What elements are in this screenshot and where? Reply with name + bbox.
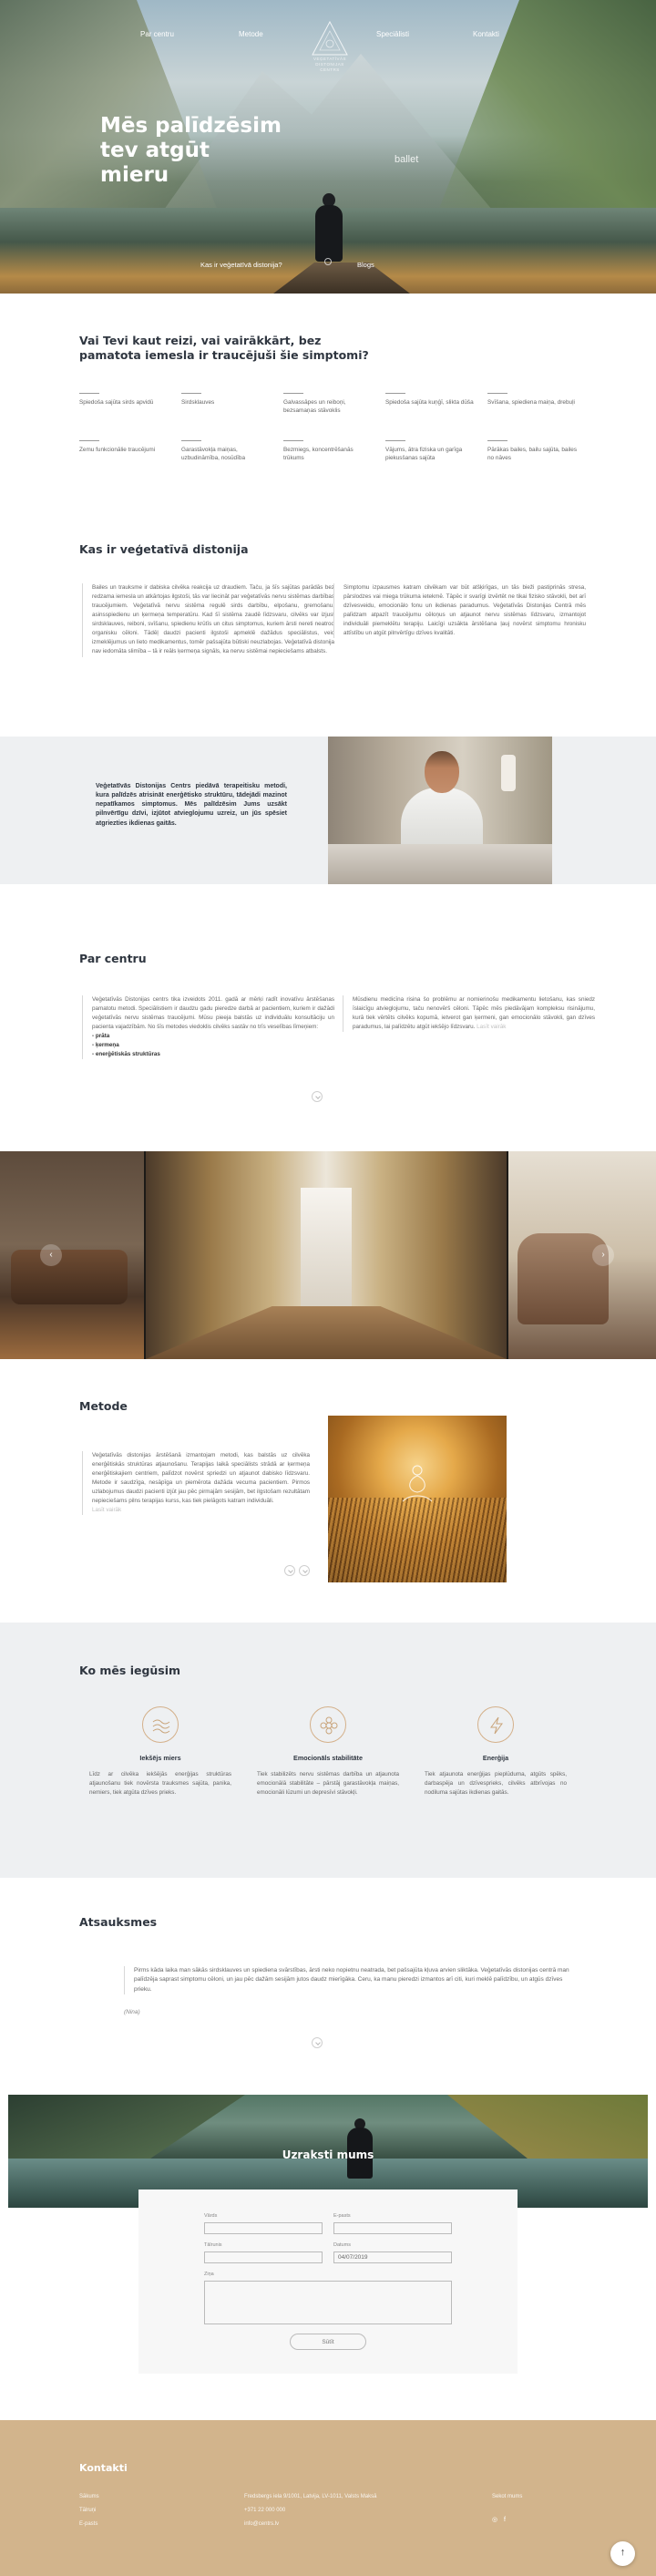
benefit-title: Emocionāls stabilitāte — [293, 1754, 363, 1762]
hero-separator-icon — [324, 258, 332, 265]
method-prev-icon[interactable] — [284, 1565, 295, 1576]
symptom-item: Garastāvokļa maiņas, uzbudināmība, nosūd… — [181, 440, 272, 463]
footer-social-label: Sekot mums — [492, 2494, 523, 2499]
about-text-right: Mūsdienu medicīna risina šo problēmu ar … — [343, 995, 595, 1033]
name-label: Vārds — [204, 2213, 218, 2219]
symptom-item: Bezmiegs, koncentrēšanās trūkums — [283, 440, 374, 463]
site-logo[interactable]: VEĢETATĪVĀS DISTONIJAS CENTRS — [293, 20, 366, 82]
method-next-icon[interactable] — [299, 1565, 310, 1576]
nav-specialists[interactable]: Speciālisti — [376, 29, 409, 40]
benefit-energy: Enerģija Tiek atjaunota enerģijas pieplū… — [425, 1706, 567, 1798]
benefit-text: Līdz ar cilvēka iekšējās enerģijas struk… — [89, 1771, 231, 1796]
distonia-text-right: Simptomu izpausmes katram cilvēkam var b… — [333, 583, 586, 639]
method-paragraph: Veģetatīvās distonijas ārstēšanā izmanto… — [92, 1452, 310, 1505]
footer-title: Kontakti — [79, 2462, 128, 2474]
about-expand-icon[interactable] — [312, 1091, 323, 1102]
distonia-title: Kas ir veģetatīvā distonija — [79, 542, 249, 556]
benefit-emotional-stability: Emocionāls stabilitāte Tiek stabilizēts … — [257, 1706, 399, 1798]
reviews-title: Atsauksmes — [79, 1915, 158, 1929]
phone-field[interactable] — [204, 2251, 323, 2263]
message-field[interactable] — [204, 2281, 452, 2324]
chevron-left-icon: ‹ — [49, 1250, 53, 1260]
card-text: Veģetatīvās Distonijas Centrs piedāvā te… — [96, 783, 287, 827]
method-text: Veģetatīvās distonijas ārstēšanā izmanto… — [82, 1451, 310, 1516]
date-field[interactable] — [333, 2251, 452, 2263]
about-text-left: Veģetatīvās Distonijas centrs tika izvei… — [82, 995, 334, 1060]
instagram-icon[interactable]: ◎ — [492, 2516, 497, 2525]
review-quote: Pirms kāda laika man sākās sirdsklauves … — [124, 1966, 574, 1995]
nav-about[interactable]: Par centru — [140, 29, 174, 40]
benefit-title: Enerģija — [482, 1754, 509, 1762]
method-wheat-photo — [328, 1416, 507, 1582]
symptom-item: Svīšana, spiediena maiņa, drebuļi — [487, 393, 579, 407]
about-read-more[interactable]: Lasīt vairāk — [477, 1024, 506, 1030]
benefit-text: Tiek atjaunota enerģijas pieplūduma, atg… — [425, 1771, 567, 1796]
footer-link-email[interactable]: E-pasts — [79, 2520, 97, 2529]
logo-text-3: CENTRS — [320, 67, 340, 72]
form-banner-title: Uzraksti mums — [282, 2148, 374, 2161]
nav-method[interactable]: Metode — [239, 29, 263, 40]
gallery-next-button[interactable]: › — [592, 1244, 614, 1266]
about-title: Par centru — [79, 952, 147, 965]
about-list-intro: No šīs metodes viedoklis cilvēks sastāv … — [148, 1024, 319, 1031]
email-field[interactable] — [333, 2222, 452, 2234]
hero-side-text: ballet — [395, 154, 419, 165]
footer-link-home[interactable]: Sākums — [79, 2493, 99, 2501]
method-read-more[interactable]: Lasīt vairāk — [92, 1506, 310, 1515]
symptom-item: Zemu funkcionālie traucējumi — [79, 440, 170, 455]
hero-link-blog[interactable]: Blogs — [357, 261, 374, 271]
date-label: Datums — [333, 2242, 351, 2248]
logo-triangle-icon — [312, 20, 348, 56]
footer: Kontakti Sākums Tālruņi E-pasts Fredsber… — [0, 2420, 656, 2576]
symptom-item: Pārākas bailes, bailu sajūta, bailes no … — [487, 440, 579, 463]
doctor-photo — [328, 737, 552, 884]
benefits-title: Ko mēs iegūsim — [79, 1664, 181, 1677]
symptoms-title: Vai Tevi kaut reizi, vai vairākkārt, bez… — [79, 334, 369, 363]
symptom-item: Spiedoša sajūta kuņģī, slikta dūša — [385, 393, 477, 407]
gallery-image-armchair — [508, 1151, 656, 1359]
method-title: Metode — [79, 1399, 128, 1413]
footer-email[interactable]: info@centrs.lv — [244, 2520, 279, 2529]
waves-icon — [142, 1706, 179, 1743]
meditation-figure-icon — [402, 1465, 433, 1502]
about-list-item: - ķermeņa — [92, 1042, 119, 1049]
message-label: Ziņa — [204, 2272, 214, 2277]
gallery-image-hallway — [146, 1151, 507, 1359]
symptom-item: Sirdsklauves — [181, 393, 272, 407]
flower-icon — [310, 1706, 346, 1743]
about-list-item: - prāta — [92, 1033, 110, 1040]
chevron-right-icon: › — [601, 1250, 605, 1260]
gallery — [0, 1151, 656, 1359]
submit-button[interactable]: Sūtīt — [290, 2334, 366, 2350]
symptom-item: Galvassāpes un reiboņi, bezsamaņas stāvo… — [283, 393, 374, 416]
about-list-item: - enerģētiskās struktūras — [92, 1051, 160, 1058]
footer-phone[interactable]: +371 22 000 000 — [244, 2507, 285, 2515]
facebook-icon[interactable]: f — [504, 2516, 506, 2525]
symptom-item: Vājums, ātra fiziska un garīga piekusšan… — [385, 440, 477, 463]
hero-person-silhouette — [315, 193, 343, 266]
benefit-title: Iekšējs miers — [139, 1754, 181, 1762]
distonia-text-left: Bailes un trauksme ir dabiska cilvēka re… — [82, 583, 334, 657]
arrow-up-icon: ↑ — [620, 2547, 626, 2558]
symptom-item: Spiedoša sajūta sirds apvidū — [79, 393, 170, 407]
footer-address: Fredsbergs iela 9/1001, Latvija, LV-1011… — [244, 2494, 377, 2499]
email-label: E-pasts — [333, 2213, 351, 2219]
reviews-next-icon[interactable] — [312, 2037, 323, 2048]
nav-contacts[interactable]: Kontakti — [473, 29, 499, 40]
hero-link-distonia[interactable]: Kas ir veģetatīvā distonija? — [200, 261, 282, 271]
gallery-prev-button[interactable]: ‹ — [40, 1244, 62, 1266]
benefit-inner-peace: Iekšējs miers Līdz ar cilvēka iekšējās e… — [89, 1706, 231, 1798]
name-field[interactable] — [204, 2222, 323, 2234]
gallery-image-lounge — [0, 1151, 144, 1359]
lightning-icon — [477, 1706, 514, 1743]
benefit-text: Tiek stabilizēts nervu sistēmas darbība … — [257, 1771, 399, 1796]
phone-label: Tālrunis — [204, 2242, 222, 2248]
footer-link-phones[interactable]: Tālruņi — [79, 2507, 96, 2515]
back-to-top-button[interactable]: ↑ — [610, 2541, 635, 2566]
hero-title: Mēs palīdzēsim tev atgūt mieru — [100, 114, 282, 187]
review-author: (Nina) — [124, 2009, 140, 2015]
about-paragraph-right: Mūsdienu medicīna risina šo problēmu ar … — [353, 996, 595, 1031]
